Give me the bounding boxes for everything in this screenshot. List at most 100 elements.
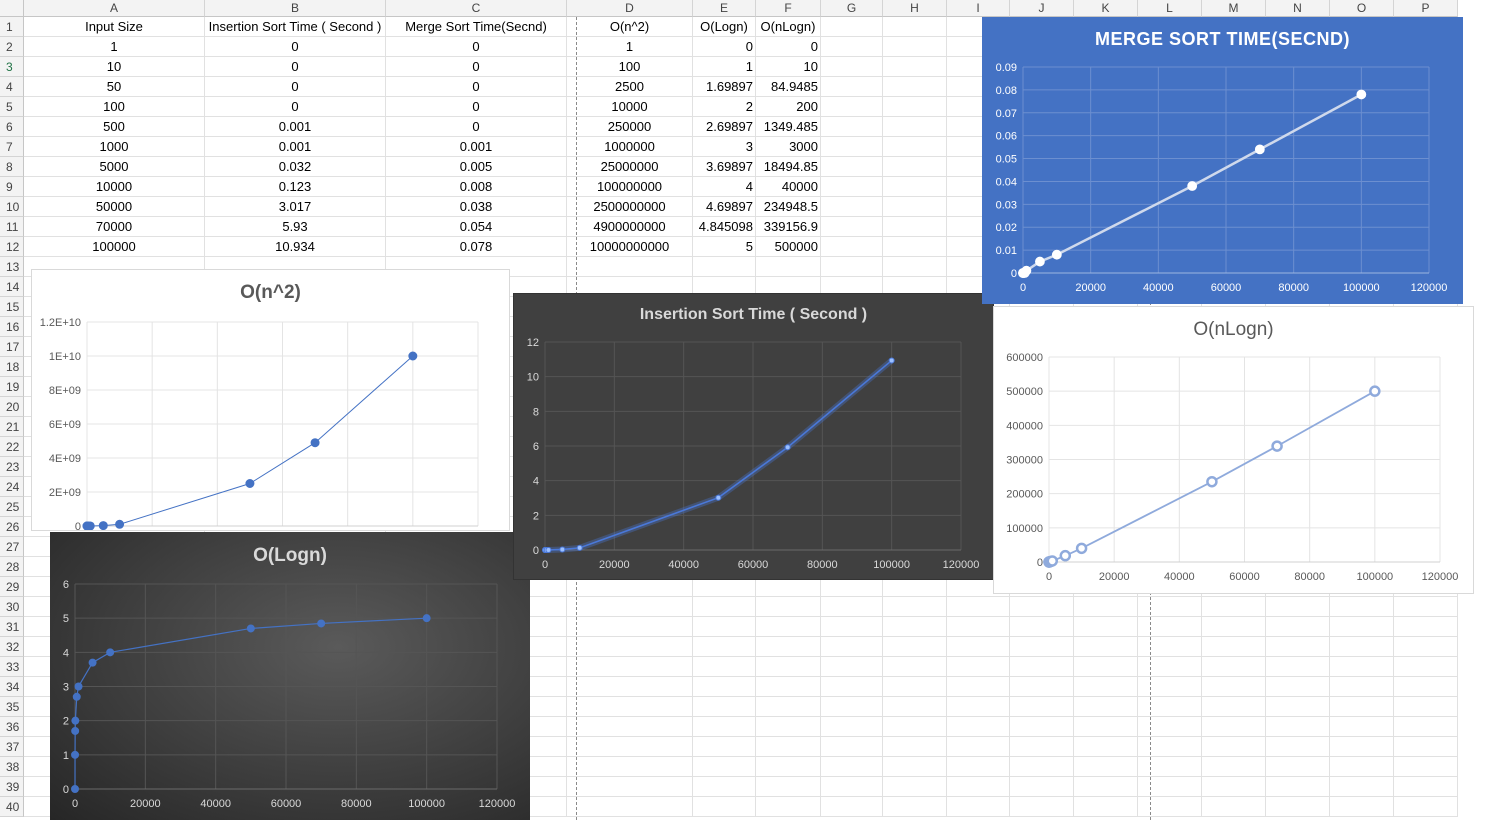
row-header[interactable]: 22 <box>0 437 24 457</box>
empty-cell[interactable] <box>821 257 883 277</box>
data-cell[interactable]: 1 <box>693 57 756 77</box>
empty-cell[interactable] <box>1266 697 1330 717</box>
column-header[interactable]: H <box>883 0 947 17</box>
data-cell[interactable]: 1000 <box>24 137 205 157</box>
data-cell[interactable]: 0.123 <box>205 177 386 197</box>
data-cell[interactable]: 234948.5 <box>756 197 821 217</box>
empty-cell[interactable] <box>756 717 821 737</box>
empty-cell[interactable] <box>947 657 1010 677</box>
row-header[interactable]: 9 <box>0 177 24 197</box>
data-cell[interactable]: 500000 <box>756 237 821 257</box>
column-header[interactable]: E <box>693 0 756 17</box>
data-cell[interactable]: 0 <box>205 77 386 97</box>
data-cell[interactable]: 0 <box>386 37 567 57</box>
empty-cell[interactable] <box>1394 637 1458 657</box>
row-header[interactable]: 14 <box>0 277 24 297</box>
empty-cell[interactable] <box>883 257 947 277</box>
empty-cell[interactable] <box>567 577 693 597</box>
column-header[interactable]: C <box>386 0 567 17</box>
data-cell[interactable]: 339156.9 <box>756 217 821 237</box>
spreadsheet-grid[interactable]: ABCDEFGHIJKLMNOP 1 2 3 4 5 6 7 8 9 10 11 12 13 14 15 16… <box>0 0 1497 820</box>
row-header[interactable]: 15 <box>0 297 24 317</box>
empty-cell[interactable] <box>1010 717 1074 737</box>
empty-cell[interactable] <box>1074 717 1138 737</box>
empty-cell[interactable] <box>1202 737 1266 757</box>
empty-cell[interactable] <box>883 77 947 97</box>
row-header[interactable]: 39 <box>0 777 24 797</box>
empty-cell[interactable] <box>1330 797 1394 817</box>
chart-o-logn[interactable]: O(Logn) 0 1 2 3 4 5 6 0 20000 40000 60000 80000 1000… <box>50 532 530 820</box>
empty-cell[interactable] <box>567 757 693 777</box>
empty-cell[interactable] <box>1138 737 1202 757</box>
empty-cell[interactable] <box>821 217 883 237</box>
row-header[interactable]: 37 <box>0 737 24 757</box>
data-cell[interactable]: 100 <box>567 57 693 77</box>
row-header[interactable]: 2 <box>0 37 24 57</box>
empty-cell[interactable] <box>947 717 1010 737</box>
empty-cell[interactable] <box>821 97 883 117</box>
row-header[interactable]: 20 <box>0 397 24 417</box>
column-header[interactable]: L <box>1138 0 1202 17</box>
empty-cell[interactable] <box>821 37 883 57</box>
row-header[interactable]: 40 <box>0 797 24 817</box>
empty-cell[interactable] <box>883 737 947 757</box>
empty-cell[interactable] <box>1202 697 1266 717</box>
empty-cell[interactable] <box>693 657 756 677</box>
row-header[interactable]: 27 <box>0 537 24 557</box>
row-header[interactable]: 24 <box>0 477 24 497</box>
empty-cell[interactable] <box>756 257 821 277</box>
empty-cell[interactable] <box>1074 797 1138 817</box>
row-header[interactable]: 33 <box>0 657 24 677</box>
data-cell[interactable]: 3 <box>693 137 756 157</box>
empty-cell[interactable] <box>567 597 693 617</box>
empty-cell[interactable] <box>1266 617 1330 637</box>
empty-cell[interactable] <box>693 777 756 797</box>
empty-cell[interactable] <box>567 797 693 817</box>
data-cell[interactable]: 25000000 <box>567 157 693 177</box>
empty-cell[interactable] <box>1138 657 1202 677</box>
empty-cell[interactable] <box>1266 797 1330 817</box>
empty-cell[interactable] <box>756 777 821 797</box>
column-header[interactable]: M <box>1202 0 1266 17</box>
empty-cell[interactable] <box>1010 617 1074 637</box>
data-cell[interactable]: 0 <box>205 37 386 57</box>
header-cell[interactable]: Insertion Sort Time ( Second ) <box>205 17 386 37</box>
empty-cell[interactable] <box>756 637 821 657</box>
data-cell[interactable]: 0.005 <box>386 157 567 177</box>
data-cell[interactable]: 1 <box>24 37 205 57</box>
empty-cell[interactable] <box>1138 617 1202 637</box>
empty-cell[interactable] <box>756 657 821 677</box>
data-cell[interactable]: 10000 <box>567 97 693 117</box>
empty-cell[interactable] <box>693 257 756 277</box>
empty-cell[interactable] <box>756 797 821 817</box>
data-cell[interactable]: 0 <box>693 37 756 57</box>
empty-cell[interactable] <box>821 637 883 657</box>
empty-cell[interactable] <box>1330 777 1394 797</box>
empty-cell[interactable] <box>1138 637 1202 657</box>
empty-cell[interactable] <box>1266 657 1330 677</box>
empty-cell[interactable] <box>1202 777 1266 797</box>
row-header[interactable]: 23 <box>0 457 24 477</box>
empty-cell[interactable] <box>693 797 756 817</box>
column-header[interactable]: O <box>1330 0 1394 17</box>
empty-cell[interactable] <box>693 617 756 637</box>
empty-cell[interactable] <box>1394 717 1458 737</box>
empty-cell[interactable] <box>821 57 883 77</box>
data-cell[interactable]: 3.017 <box>205 197 386 217</box>
empty-cell[interactable] <box>1330 717 1394 737</box>
empty-cell[interactable] <box>567 737 693 757</box>
empty-cell[interactable] <box>1074 597 1138 617</box>
row-header[interactable]: 28 <box>0 557 24 577</box>
empty-cell[interactable] <box>1330 597 1394 617</box>
row-header[interactable]: 4 <box>0 77 24 97</box>
empty-cell[interactable] <box>1266 757 1330 777</box>
empty-cell[interactable] <box>1010 677 1074 697</box>
empty-cell[interactable] <box>1394 617 1458 637</box>
data-cell[interactable]: 0 <box>386 117 567 137</box>
data-cell[interactable]: 3.69897 <box>693 157 756 177</box>
empty-cell[interactable] <box>947 597 1010 617</box>
empty-cell[interactable] <box>821 597 883 617</box>
empty-cell[interactable] <box>1394 737 1458 757</box>
empty-cell[interactable] <box>1010 757 1074 777</box>
data-cell[interactable]: 1000000 <box>567 137 693 157</box>
